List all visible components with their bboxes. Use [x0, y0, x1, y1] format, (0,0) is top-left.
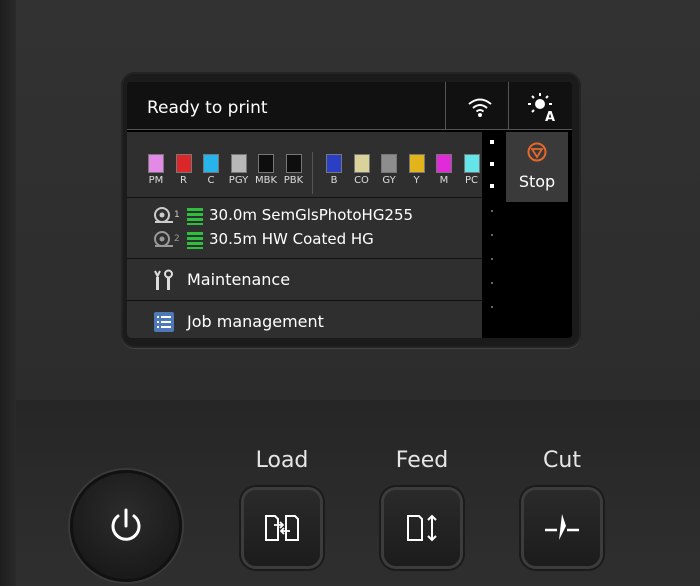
- ink-label: CO: [354, 175, 369, 186]
- ink-label: M: [439, 175, 449, 186]
- feed-button[interactable]: [384, 490, 460, 566]
- ink-color-swatch: [408, 154, 425, 173]
- scroll-indicator[interactable]: [489, 138, 497, 338]
- power-button[interactable]: [70, 470, 182, 582]
- feed-paper-icon: [407, 514, 437, 542]
- ink-color-swatch: [285, 154, 302, 173]
- ink-cartridge: PC: [457, 154, 487, 186]
- ink-group-divider: [312, 152, 313, 194]
- ink-cartridge: PBK: [279, 154, 309, 186]
- maintenance-tools-icon: [154, 269, 173, 290]
- wifi-icon[interactable]: [467, 96, 493, 118]
- paper-roll-icon: 1: [154, 207, 180, 223]
- ink-color-swatch: [381, 154, 397, 173]
- status-divider: [508, 82, 509, 129]
- ink-cartridge: R: [169, 154, 199, 186]
- ink-cartridge: GY: [374, 154, 404, 186]
- touch-screen: Ready to print A PM R C PGY MBK PBK B CO GY Y M PC: [127, 82, 572, 338]
- ink-label: PGY: [228, 175, 249, 186]
- stop-label: Stop: [518, 172, 556, 191]
- job-list-icon: [154, 312, 174, 332]
- menu-item-maintenance[interactable]: Maintenance: [127, 259, 482, 301]
- auto-brightness-icon[interactable]: A: [527, 92, 559, 122]
- ink-cartridge: PGY: [224, 154, 254, 186]
- ink-cartridge: MBK: [251, 154, 281, 186]
- stop-button[interactable]: Stop: [506, 132, 568, 202]
- scroll-dot: [490, 184, 494, 188]
- menu-label: Job management: [187, 312, 324, 331]
- ink-cartridge: PM: [141, 154, 171, 186]
- status-bar: Ready to print A: [127, 82, 572, 130]
- status-text: Ready to print: [147, 98, 268, 118]
- ink-label: PC: [464, 175, 478, 186]
- scroll-dot: [491, 258, 493, 260]
- cut-label: Cut: [543, 448, 581, 473]
- scroll-dot: [491, 234, 493, 236]
- ink-label: B: [330, 175, 338, 186]
- ink-color-swatch: [326, 154, 342, 173]
- ink-color-swatch: [436, 154, 452, 173]
- ink-label: GY: [382, 175, 396, 186]
- ink-color-swatch: [353, 154, 370, 173]
- scroll-dot: [491, 306, 493, 308]
- scroll-dot: [491, 282, 493, 284]
- ink-cartridge: CO: [347, 154, 377, 186]
- ink-label: PBK: [283, 175, 304, 186]
- roll-1-text: 30.0m SemGlsPhotoHG255: [209, 206, 414, 224]
- svg-text:A: A: [545, 110, 555, 122]
- ink-cartridge: B: [319, 154, 349, 186]
- stop-icon: [527, 142, 547, 162]
- ink-label: C: [207, 175, 215, 186]
- paper-level-bar: [187, 208, 203, 225]
- ink-label: MBK: [254, 175, 278, 186]
- ink-color-swatch: [258, 154, 274, 173]
- ink-color-swatch: [230, 154, 247, 173]
- ink-color-swatch: [148, 154, 164, 173]
- paper-info-panel[interactable]: 1 30.0m SemGlsPhotoHG255 2 30.5m HW Coat…: [127, 198, 482, 259]
- load-paper-icon: [265, 515, 299, 541]
- ink-cartridge: C: [196, 154, 226, 186]
- load-button[interactable]: [244, 490, 320, 566]
- ink-color-swatch: [203, 154, 219, 173]
- ink-cartridge: Y: [402, 154, 432, 186]
- roll-2-text: 30.5m HW Coated HG: [209, 230, 374, 248]
- paper-roll-icon: 2: [154, 231, 180, 247]
- ink-label: PM: [148, 175, 164, 186]
- ink-label: R: [180, 175, 187, 186]
- menu-item-job-management[interactable]: Job management: [127, 301, 482, 338]
- right-column: [506, 202, 572, 338]
- ink-color-swatch: [175, 154, 192, 173]
- panel-edge: [0, 0, 16, 586]
- ink-color-swatch: [463, 154, 480, 173]
- feed-label: Feed: [395, 448, 449, 473]
- menu-label: Maintenance: [187, 270, 291, 289]
- scroll-dot: [490, 162, 494, 166]
- roll-number: 2: [174, 234, 180, 244]
- scroll-dot: [491, 210, 493, 212]
- scroll-dot: [490, 140, 494, 144]
- cut-paper-icon: [545, 514, 579, 540]
- paper-level-bar: [187, 232, 203, 249]
- load-label: Load: [255, 448, 309, 473]
- ink-label: Y: [413, 175, 420, 186]
- roll-number: 1: [174, 210, 180, 220]
- cut-button[interactable]: [524, 490, 600, 566]
- ink-levels-panel[interactable]: PM R C PGY MBK PBK B CO GY Y M PC: [127, 132, 482, 198]
- status-divider: [445, 82, 446, 129]
- ink-cartridge: M: [429, 154, 459, 186]
- power-icon: [111, 508, 141, 541]
